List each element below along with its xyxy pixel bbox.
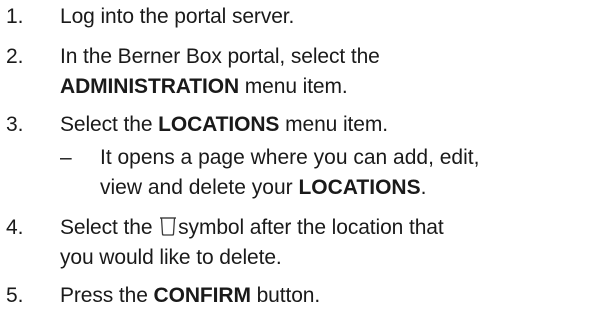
step-text: Select the symbol after the location tha… <box>60 213 585 273</box>
step-text-tail: symbol after the location that <box>178 216 444 239</box>
instruction-list: 1. Log into the portal server. 2. In the… <box>0 0 589 322</box>
button-name: CONFIRM <box>153 284 251 307</box>
step-text-tail: menu item. <box>239 75 348 98</box>
substep-line: It opens a page where you can add, edit, <box>100 146 480 169</box>
step-text-tail: menu item. <box>279 113 388 136</box>
step-number: 3. <box>6 113 24 136</box>
step-line: In the Berner Box portal, select the <box>60 45 380 68</box>
step-line: Select the symbol after the location tha… <box>60 213 585 243</box>
step-text: Press the CONFIRM button. <box>60 281 585 311</box>
substep-text-tail: . <box>420 176 427 199</box>
step-text: Log into the portal server. <box>60 5 295 28</box>
menu-item-name: LOCATIONS <box>298 176 421 199</box>
step-number: 4. <box>6 216 24 239</box>
step-text: In the Berner Box portal, select the ADM… <box>60 42 585 102</box>
step-line: ADMINISTRATION menu item. <box>60 72 585 102</box>
step-text-head: Press the <box>60 284 154 307</box>
substep-text: It opens a page where you can add, edit,… <box>100 143 479 203</box>
substep-text-head: view and delete your <box>100 176 299 199</box>
step-number: 2. <box>6 45 24 68</box>
step-text-tail: button. <box>250 284 321 307</box>
step-text: Select the LOCATIONS menu item. <box>60 110 585 140</box>
step-number: 1. <box>6 5 24 28</box>
dash-bullet: – <box>60 146 72 169</box>
menu-item-name: ADMINISTRATION <box>60 75 240 98</box>
step-text-head: Select the <box>60 216 159 239</box>
menu-item-name: LOCATIONS <box>158 113 280 136</box>
step-number: 5. <box>6 284 24 307</box>
trash-icon <box>158 215 178 237</box>
step-text-head: Select the <box>60 113 159 136</box>
step-line: you would like to delete. <box>60 246 282 269</box>
substep-line: view and delete your LOCATIONS. <box>100 173 479 203</box>
